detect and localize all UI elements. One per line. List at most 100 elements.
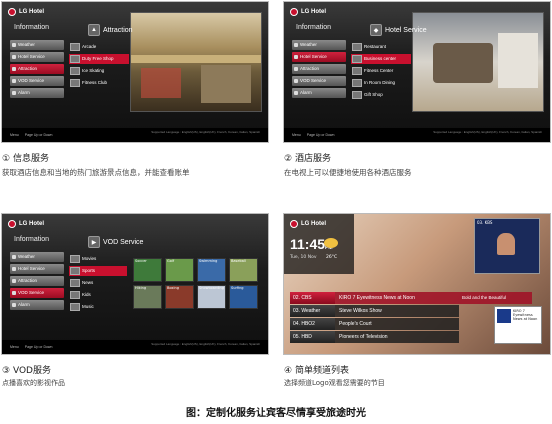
hotel-photo (412, 12, 544, 112)
main-menu: Weather Hotel Service Attraction VOD Ser… (292, 40, 346, 100)
vod-tile[interactable]: Boxing (165, 285, 194, 309)
service-title: ◆ Hotel Service (370, 24, 427, 36)
arcade-thumb-icon (70, 43, 80, 51)
alarm-icon (12, 303, 16, 307)
alarm-icon (12, 91, 16, 95)
menu-item-hotel-service[interactable]: Hotel Service (292, 52, 346, 62)
vod-tile[interactable]: Golf (165, 258, 194, 282)
vod-tile[interactable]: Hiking (133, 285, 162, 309)
vod-tile[interactable]: Soccer (133, 258, 162, 282)
vod-tile[interactable]: Surfing (229, 285, 258, 309)
sub-item-duty-free-shop[interactable]: Duty Free Shop (69, 54, 129, 64)
menu-item-attraction[interactable]: Attraction (292, 64, 346, 74)
menu-item-vod-service[interactable]: VOD Service (10, 76, 64, 86)
weather-icon (294, 43, 298, 47)
sub-item-business-center[interactable]: Business center (351, 54, 411, 64)
page-hint[interactable]: Page Up or Down (307, 133, 335, 137)
page-hint[interactable]: Page Up or Down (25, 345, 53, 349)
panel-1-desc: 获取酒店信息和当地的热门旅游景点信息，并能查看账单 (2, 168, 190, 177)
menu-item-weather[interactable]: Weather (292, 40, 346, 50)
attraction-icon (12, 67, 16, 71)
supported-language: Supported Language : English(US), Englis… (151, 130, 260, 134)
menu-item-attraction[interactable]: Attraction (10, 64, 64, 74)
vod-icon (12, 79, 16, 83)
vod-icon (294, 79, 298, 83)
news-icon (70, 279, 80, 287)
sub-item-movies[interactable]: Movies (69, 254, 127, 264)
sub-menu: Arcade Duty Free Shop Ice Skating Fitnes… (69, 42, 129, 90)
attraction-icon (294, 67, 298, 71)
menu-hint[interactable]: Menu (292, 133, 301, 137)
supported-language: Supported Language : English(US), Englis… (151, 342, 260, 346)
channel-logo-icon (497, 309, 511, 323)
vod-grid: Soccer Golf Swimming Baseball Hiking Box… (133, 258, 261, 309)
lg-hotel-logo: LG Hotel (290, 8, 326, 16)
menu-item-weather[interactable]: Weather (10, 40, 64, 50)
fitness-thumb-icon (70, 79, 80, 87)
channel-row[interactable]: 02. CBS KIRO 7 Eyewitness News at Noon Bol… (290, 292, 545, 304)
menu-hint[interactable]: Menu (10, 345, 19, 349)
menu-hint[interactable]: Menu (10, 133, 19, 137)
menu-item-alarm[interactable]: Alarm (292, 88, 346, 98)
vod-icon (12, 291, 16, 295)
service-title: ▶ VOD Service (88, 236, 143, 248)
menu-item-vod-service[interactable]: VOD Service (10, 288, 64, 298)
sub-item-restaurant[interactable]: Restaurant (351, 42, 411, 52)
hotel-icon (12, 267, 16, 271)
page-hint[interactable]: Page Up or Down (25, 133, 53, 137)
menu-item-alarm[interactable]: Alarm (10, 88, 64, 98)
hotel-icon (12, 55, 16, 59)
menu-item-attraction[interactable]: Attraction (10, 276, 64, 286)
vod-tile[interactable]: Swimming (197, 258, 226, 282)
sub-item-ice-skating[interactable]: Ice Skating (69, 66, 129, 76)
menu-item-weather[interactable]: Weather (10, 252, 64, 262)
sub-item-arcade[interactable]: Arcade (69, 42, 129, 52)
weather-icon (12, 43, 16, 47)
music-icon (70, 303, 80, 311)
restaurant-icon (352, 43, 362, 51)
section-title: Information (14, 236, 50, 243)
attraction-photo (130, 12, 262, 112)
menu-item-hotel-service[interactable]: Hotel Service (10, 264, 64, 274)
sub-item-kids[interactable]: Kids (69, 290, 127, 300)
movies-icon (70, 255, 80, 263)
panel-2-title: ② 酒店服务 (284, 154, 331, 164)
sub-item-sports[interactable]: Sports (69, 266, 127, 276)
main-menu: Weather Hotel Service Attraction VOD Ser… (10, 252, 64, 312)
panel-1-title: ① 信息服务 (2, 154, 49, 164)
skating-thumb-icon (70, 67, 80, 75)
panel-4-desc: 选择频道Logo观看您需要的节目 (284, 379, 385, 387)
sub-menu: Movies Sports News Kids Music (69, 254, 127, 314)
weather-icon (12, 255, 16, 259)
sub-item-music[interactable]: Music (69, 302, 127, 312)
section-title: Information (296, 24, 332, 31)
sub-item-news[interactable]: News (69, 278, 127, 288)
section-title: Information (14, 24, 50, 31)
lg-hotel-logo: LG Hotel (8, 8, 44, 16)
channel-preview[interactable]: 03. KBS (474, 218, 540, 274)
fitness-icon (352, 67, 362, 75)
figure-caption: 图：定制化服务让宾客尽情享受旅途时光 (186, 408, 366, 419)
sub-item-fitness-center[interactable]: Fitness Center (351, 66, 411, 76)
vod-tile[interactable]: Snowboarding (197, 285, 226, 309)
sports-icon (70, 267, 80, 275)
sub-item-fitness-club[interactable]: Fitness Club (69, 78, 129, 88)
shop-thumb-icon (70, 55, 80, 63)
gift-icon (352, 91, 362, 99)
vod-tile[interactable]: Baseball (229, 258, 258, 282)
menu-item-hotel-service[interactable]: Hotel Service (10, 52, 64, 62)
program-info-card: KIRO 7 Eyewitness News at Noon (494, 306, 542, 344)
sub-item-in-room-dining[interactable]: In Room Dining (351, 78, 411, 88)
channel-list-panel: LG Hotel 11:45PM Tue, 10 Nov 26°C 03. KB… (284, 214, 550, 354)
sub-item-gift-shop[interactable]: Gift Shop (351, 90, 411, 100)
vod-service-icon: ▶ (88, 236, 100, 248)
supported-language: Supported Language : English(US), Englis… (433, 130, 542, 134)
panel-3-desc: 点播喜欢的影视作品 (2, 379, 65, 387)
clock-date: Tue, 10 Nov (290, 255, 317, 260)
menu-item-vod-service[interactable]: VOD Service (292, 76, 346, 86)
hotel-service-icon: ◆ (370, 24, 382, 36)
menu-item-alarm[interactable]: Alarm (10, 300, 64, 310)
bottom-bar: Menu Page Up or Down Supported Language … (284, 128, 550, 142)
main-menu: Weather Hotel Service Attraction VOD Ser… (10, 40, 64, 100)
bottom-bar: Menu Page Up or Down Supported Language … (2, 128, 268, 142)
